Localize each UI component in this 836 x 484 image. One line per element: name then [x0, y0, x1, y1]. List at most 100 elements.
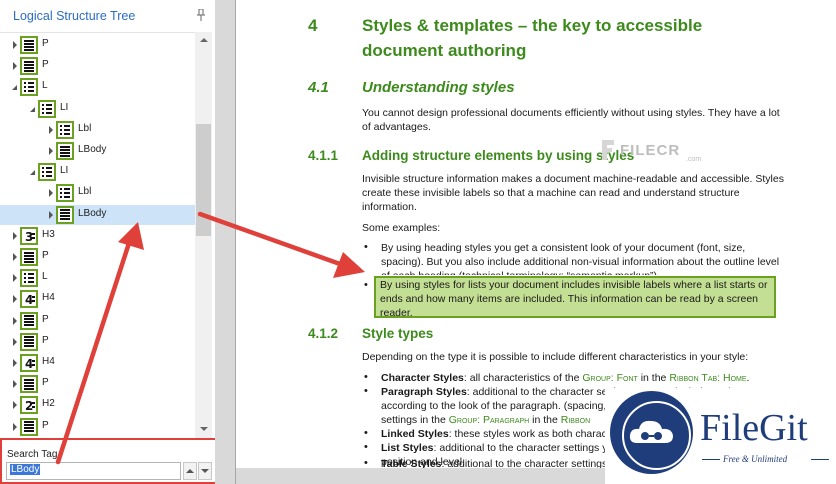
bullet-1-line-1: By using heading styles you get a consis… — [381, 242, 746, 254]
structure-tree[interactable]: P P L LI Lbl LBody LI Lbl LBody 3 H3 P L 4 H4 P P 4 H4 P 2 H2… — [0, 32, 195, 438]
heading-2-number: 4.1 — [308, 79, 329, 96]
collapse-arrow-icon[interactable] — [12, 85, 17, 91]
paragraph-tag-icon — [56, 142, 74, 160]
filecr-watermark: FILECR .com — [600, 138, 710, 168]
expand-arrow-icon[interactable] — [13, 316, 17, 325]
heading-3a-text: Adding structure elements by using style… — [362, 148, 635, 163]
tree-node-lbl[interactable]: Lbl — [0, 183, 195, 203]
expand-arrow-icon[interactable] — [13, 337, 17, 346]
tree-node-li[interactable]: LI — [0, 99, 195, 119]
tree-node-label: P — [42, 59, 49, 71]
tree-node-lbody[interactable]: LBody — [0, 204, 195, 225]
tree-node-p[interactable]: P — [0, 374, 195, 394]
paragraph-2-line-2: create these invisible labels so that a … — [362, 187, 740, 199]
bullet-2-line-3: reader. — [380, 307, 413, 319]
panel-title: Logical Structure Tree — [13, 9, 136, 23]
linked-styles-item: Linked Styles: these styles work as both… — [381, 428, 610, 440]
tree-node-lbody[interactable]: LBody — [0, 141, 195, 161]
paragraph-4: Depending on the type it is possible to … — [362, 351, 749, 363]
tree-node-label: P — [42, 419, 49, 431]
expand-arrow-icon[interactable] — [13, 253, 17, 261]
list-tag-icon — [20, 78, 38, 97]
tree-node-l[interactable]: L — [0, 268, 195, 288]
list-tag-icon — [38, 163, 56, 182]
heading-3b-number: 4.1.2 — [308, 326, 339, 341]
heading-1-line-1: Styles & templates – the key to accessib… — [362, 16, 703, 35]
heading-2-tag-icon: 2 — [20, 396, 38, 415]
expand-arrow-icon[interactable] — [13, 274, 17, 283]
tree-node-p[interactable]: P — [0, 35, 195, 55]
expand-arrow-icon[interactable] — [13, 41, 17, 49]
paragraph-tag-icon — [20, 57, 38, 76]
tree-node-label: Lbl — [78, 186, 92, 198]
panel-splitter[interactable] — [215, 0, 235, 484]
collapse-arrow-icon[interactable] — [30, 106, 35, 112]
paragraph-tag-icon — [20, 375, 38, 394]
bullet-marker-7: • — [364, 457, 368, 468]
bullet-marker-3: • — [364, 371, 368, 383]
expand-arrow-icon[interactable] — [49, 147, 53, 155]
heading-2-text: Understanding styles — [362, 79, 515, 96]
tree-node-label: L — [42, 80, 48, 92]
expand-arrow-icon[interactable] — [13, 401, 17, 410]
tree-node-lbl[interactable]: Lbl — [0, 120, 195, 140]
heading-4-tag-icon: 4 — [20, 354, 38, 372]
list-tag-icon — [56, 120, 74, 139]
bullet-marker-4: • — [364, 385, 368, 397]
tree-node-h4[interactable]: 4 H4 — [0, 289, 195, 309]
expand-arrow-icon[interactable] — [13, 422, 17, 431]
heading-1-line-2: document authoring — [362, 41, 527, 60]
tree-node-label: H3 — [42, 228, 55, 240]
tree-node-h4[interactable]: 4 H4 — [0, 353, 195, 373]
tree-node-p[interactable]: P — [0, 417, 195, 437]
search-tag-label: Search Tag — [7, 449, 58, 460]
bullet-marker-2: • — [364, 279, 368, 291]
paragraph-2-line-3: information. — [362, 201, 417, 213]
tree-node-label: LBody — [78, 144, 107, 155]
tree-node-l[interactable]: L — [0, 77, 195, 97]
tree-node-p[interactable]: P — [0, 56, 195, 76]
bullet-2-line-2: ends and how many items are included. Th… — [380, 293, 759, 305]
paragraph-styles-line-2: according to the look of the paragraph. … — [381, 400, 607, 412]
tree-node-p[interactable]: P — [0, 247, 195, 267]
paragraph-tag-icon — [20, 417, 38, 436]
filegit-name: FileGit — [700, 407, 808, 449]
expand-arrow-icon[interactable] — [13, 295, 17, 304]
scroll-thumb[interactable] — [196, 124, 211, 236]
paragraph-tag-icon — [56, 205, 74, 224]
tree-node-li[interactable]: LI — [0, 162, 195, 182]
expand-arrow-icon[interactable] — [13, 231, 17, 240]
list-tag-icon — [56, 184, 74, 203]
search-tag-input[interactable]: LBody — [6, 462, 181, 480]
tree-node-label: P — [42, 377, 49, 389]
tree-node-p[interactable]: P — [0, 311, 195, 331]
expand-arrow-icon[interactable] — [13, 380, 17, 389]
bullet-marker-5: • — [364, 427, 368, 439]
tree-node-label: LI — [60, 165, 69, 177]
paragraph-tag-icon — [20, 36, 38, 54]
search-next-button[interactable] — [198, 462, 212, 480]
highlighted-list-item-text: By using styles for lists your document … — [380, 278, 772, 320]
collapse-arrow-icon[interactable] — [30, 170, 35, 176]
tree-node-p[interactable]: P — [0, 332, 195, 352]
tree-node-label: H4 — [42, 356, 55, 367]
expand-arrow-icon[interactable] — [13, 359, 17, 367]
filecr-name: FILECR — [620, 142, 681, 159]
tree-node-label: P — [42, 250, 49, 261]
search-previous-button[interactable] — [183, 462, 197, 480]
pin-icon[interactable] — [197, 9, 205, 21]
expand-arrow-icon[interactable] — [49, 210, 53, 219]
tree-node-label: P — [42, 38, 49, 49]
logical-structure-panel: Logical Structure Tree P P L LI Lbl LBody LI Lb… — [0, 0, 220, 484]
tree-node-label: LBody — [78, 207, 107, 219]
expand-arrow-icon[interactable] — [49, 125, 53, 134]
scroll-up-button[interactable] — [195, 32, 212, 49]
heading-3b-text: Style types — [362, 326, 434, 341]
tree-node-h2[interactable]: 2 H2 — [0, 395, 195, 415]
expand-arrow-icon[interactable] — [13, 62, 17, 71]
scroll-down-button[interactable] — [195, 421, 212, 438]
heading-3a-number: 4.1.1 — [308, 148, 339, 163]
expand-arrow-icon[interactable] — [49, 189, 53, 198]
tree-scrollbar[interactable] — [195, 32, 212, 438]
tree-node-h3[interactable]: 3 H3 — [0, 226, 195, 246]
